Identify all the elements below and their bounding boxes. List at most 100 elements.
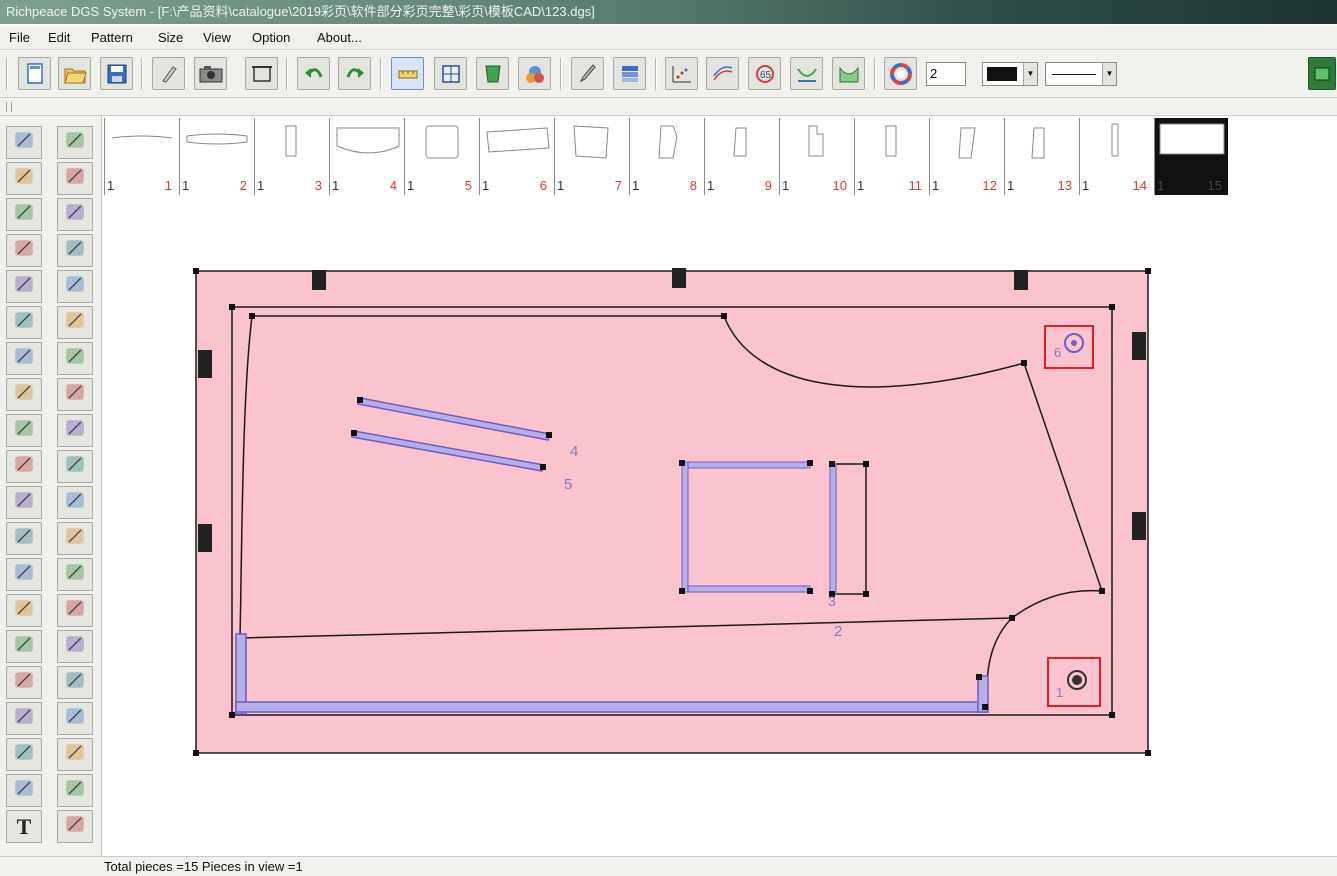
brush-button[interactable] <box>571 57 604 90</box>
save-icon <box>107 64 126 83</box>
edit-button[interactable] <box>152 57 185 90</box>
shirt-pair-tool-button[interactable] <box>57 702 93 735</box>
piece-thumbnail[interactable]: 16 <box>479 118 553 195</box>
text-tool-button[interactable]: T <box>6 810 42 843</box>
piece-edit-tool-button[interactable] <box>57 270 93 303</box>
marker-pen-tool-button[interactable] <box>6 414 42 447</box>
piece-thumbnail[interactable]: 1 10 <box>779 118 853 195</box>
piece-preview <box>486 127 550 153</box>
hem-fill-button[interactable] <box>832 57 865 90</box>
stack-button[interactable] <box>613 57 646 90</box>
piece-number: 14 <box>1132 178 1147 193</box>
piece-thumbnail[interactable]: 1 11 <box>854 118 928 195</box>
pencil-tool-button[interactable] <box>6 162 42 195</box>
rotate-tool-button[interactable] <box>57 594 93 627</box>
dart-icon <box>12 452 36 481</box>
triangle-grade-tool-button[interactable] <box>57 414 93 447</box>
piece-thumbnail[interactable]: 1 12 <box>929 118 1003 195</box>
corner-ruler-tool-button[interactable] <box>6 234 42 267</box>
piece-thumbnail[interactable]: 18 <box>629 118 703 195</box>
piece-thumbnail[interactable]: 12 <box>179 118 253 195</box>
measure-button[interactable] <box>391 57 424 90</box>
piece-number: 11 <box>908 178 923 193</box>
layout-green-button[interactable] <box>1308 57 1336 90</box>
chalk-tool-button[interactable] <box>6 630 42 663</box>
piece-thumbnail[interactable]: 19 <box>704 118 778 195</box>
line-style-select[interactable]: ▼ <box>1045 62 1117 86</box>
spiral-tool-button[interactable] <box>6 594 42 627</box>
drawer-tool-button[interactable] <box>57 486 93 519</box>
piece-thumbnail[interactable]: 14 <box>329 118 403 195</box>
piece-label-5: 5 <box>564 476 572 493</box>
edit-pen-icon <box>161 65 177 83</box>
menu-edit[interactable]: Edit <box>48 30 70 45</box>
flat-tool-tool-button[interactable] <box>6 522 42 555</box>
undo-button[interactable] <box>297 57 330 90</box>
drawing-canvas[interactable]: 4 5 3 2 6 1 <box>102 198 1337 856</box>
frame-button[interactable] <box>245 57 278 90</box>
redo-button[interactable] <box>338 57 371 90</box>
palette-button[interactable] <box>518 57 551 90</box>
measure-tape-tool-button[interactable] <box>6 306 42 339</box>
stripe-tool-button[interactable] <box>6 738 42 771</box>
piece-thumbnail[interactable]: 11 <box>104 118 178 195</box>
grade-curve-button[interactable] <box>706 57 739 90</box>
bottle-tool-button[interactable] <box>57 666 93 699</box>
sleeve-tool-button[interactable] <box>57 234 93 267</box>
grid-button[interactable] <box>434 57 467 90</box>
flat-tool-icon <box>12 524 36 553</box>
piece-number: 8 <box>689 178 697 193</box>
grade-size-button[interactable]: 65 <box>748 57 781 90</box>
quad-tool-button[interactable] <box>57 630 93 663</box>
rectangle-tool-button[interactable] <box>6 198 42 231</box>
piece-thumbnail[interactable]: 13 <box>254 118 328 195</box>
save-button[interactable] <box>100 57 133 90</box>
grade-points-button[interactable] <box>665 57 698 90</box>
button-tool-button[interactable] <box>57 342 93 375</box>
select-arrow-tool-button[interactable] <box>6 126 42 159</box>
color-select[interactable]: ▼ <box>982 62 1038 86</box>
sewing-machine-tool-button[interactable] <box>57 450 93 483</box>
menu-option[interactable]: Option <box>252 30 290 45</box>
fold-tool-button[interactable] <box>6 486 42 519</box>
compass-tool-button[interactable] <box>6 342 42 375</box>
layout-tool-button[interactable] <box>57 810 93 843</box>
piece-thumbnail[interactable]: 17 <box>554 118 628 195</box>
piece-preview <box>958 127 976 159</box>
dart-tool-button[interactable] <box>6 450 42 483</box>
bag-tool-button[interactable] <box>57 558 93 591</box>
line-width-input[interactable]: 2 <box>926 62 966 86</box>
hem-curve-button[interactable] <box>790 57 823 90</box>
intersect-tool-button[interactable] <box>6 270 42 303</box>
comb-tool-button[interactable] <box>6 774 42 807</box>
open-button[interactable] <box>58 57 91 90</box>
scissors-cut-tool-button[interactable] <box>6 378 42 411</box>
pour-tool-button[interactable] <box>57 522 93 555</box>
camera-button[interactable] <box>194 57 227 90</box>
length-tool-button[interactable] <box>57 306 93 339</box>
mirror-tool-button[interactable] <box>6 558 42 591</box>
menu-about[interactable]: About... <box>317 30 362 45</box>
menu-pattern[interactable]: Pattern <box>91 30 133 45</box>
menu-view[interactable]: View <box>203 30 231 45</box>
piece-number: 13 <box>1057 178 1072 193</box>
move-piece-tool-button[interactable] <box>57 198 93 231</box>
menu-file[interactable]: File <box>9 30 30 45</box>
brush-stack-tool-button[interactable] <box>57 738 93 771</box>
pocket-tool-button[interactable] <box>57 162 93 195</box>
note-tool-button[interactable] <box>6 666 42 699</box>
piece-thumbnail[interactable]: 1 14 <box>1079 118 1153 195</box>
piece-thumbnail[interactable]: 1 15 <box>1154 118 1228 195</box>
new-file-button[interactable] <box>18 57 51 90</box>
color-wheel-button[interactable] <box>884 57 917 90</box>
piece-shape-button[interactable] <box>476 57 509 90</box>
piece-preview <box>1159 123 1225 155</box>
piece-thumbnail[interactable]: 1 13 <box>1004 118 1078 195</box>
color-swatch <box>987 67 1017 81</box>
menu-size[interactable]: Size <box>158 30 183 45</box>
piece-thumbnail[interactable]: 15 <box>404 118 478 195</box>
texture-tool-button[interactable] <box>57 378 93 411</box>
bell-tool-button[interactable] <box>57 774 93 807</box>
scissors-tool-button[interactable] <box>6 702 42 735</box>
piece-select-tool-button[interactable] <box>57 126 93 159</box>
